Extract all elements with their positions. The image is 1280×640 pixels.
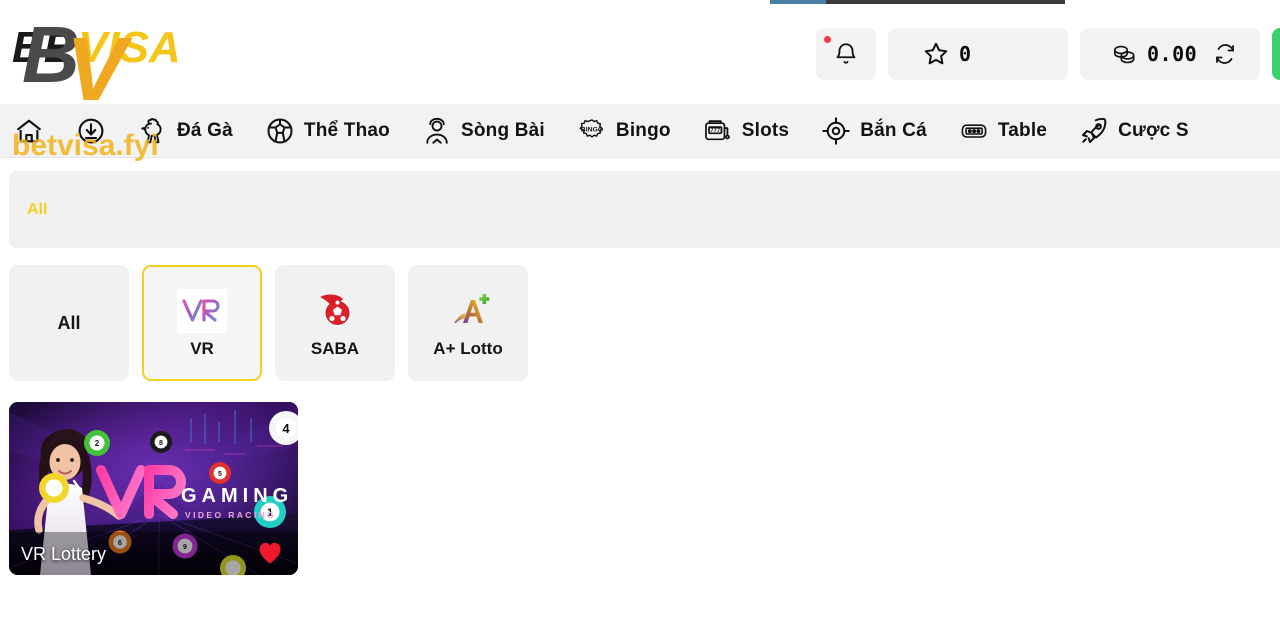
svg-text:8: 8: [159, 440, 163, 447]
svg-text:777: 777: [710, 128, 720, 134]
nav-item-home[interactable]: [0, 104, 60, 158]
svg-text:V: V: [66, 20, 133, 100]
vr-logo: [176, 287, 228, 335]
nav-label-cuoc-so: Cược S: [1118, 119, 1189, 141]
provider-filter-list: All VR SABA A+ Lotto: [9, 265, 528, 381]
provider-label-vr: VR: [190, 339, 214, 358]
nav-label-the-thao: Thể Thao: [303, 119, 390, 141]
provider-label-all: All: [57, 312, 81, 333]
nav-label-song-bai: Sòng Bài: [460, 119, 545, 141]
domino-table-icon: [961, 123, 987, 138]
notifications-button[interactable]: [816, 28, 876, 80]
provider-label-saba: SABA: [310, 339, 360, 358]
main-navigation: Đá Gà Thể Thao Sòng Bài BINGO Bingo 777: [0, 104, 1280, 158]
nav-label-bingo: Bingo: [615, 119, 671, 141]
svg-text:VIDEO RACING: VIDEO RACING: [185, 510, 276, 520]
game-card-vr-lottery[interactable]: 2 8 4 5 1 6 9 GAMING VIDEO RACING VR Lot…: [9, 402, 298, 575]
logo-graphic: BE VISA B V: [12, 10, 181, 100]
nav-item-slots[interactable]: 777 Slots: [687, 104, 805, 158]
live-dealer-icon: [426, 117, 448, 144]
nav-item-song-bai[interactable]: Sòng Bài: [406, 104, 561, 158]
provider-card-vr[interactable]: VR: [142, 265, 262, 381]
nav-item-ban-ca[interactable]: Bắn Cá: [805, 104, 943, 158]
coins-icon: [1114, 45, 1135, 64]
aplus-lotto-logo: [442, 287, 494, 335]
nav-item-the-thao[interactable]: Thể Thao: [249, 104, 406, 158]
svg-text:GAMING: GAMING: [181, 485, 293, 507]
bell-icon: [836, 43, 856, 64]
nav-item-cuoc-so[interactable]: Cược S: [1063, 104, 1205, 158]
site-logo[interactable]: BE VISA B V: [8, 10, 208, 100]
star-icon: [924, 42, 948, 65]
favorites-button[interactable]: 0: [888, 28, 1068, 80]
fish-shooting-target-icon: [822, 116, 850, 145]
provider-card-all[interactable]: All: [9, 265, 129, 381]
game-title: VR Lottery: [21, 544, 107, 564]
provider-card-aplus-lotto[interactable]: A+ Lotto: [408, 265, 528, 381]
nav-label-da-ga: Đá Gà: [177, 119, 233, 141]
saba-logo: [309, 287, 361, 335]
svg-text:BINGO: BINGO: [581, 126, 604, 133]
game-grid: 2 8 4 5 1 6 9 GAMING VIDEO RACING VR Lot…: [9, 402, 298, 575]
nav-label-slots: Slots: [741, 119, 790, 141]
deposit-cta-button[interactable]: [1272, 28, 1280, 80]
tab-all[interactable]: All: [9, 201, 47, 219]
balance-display[interactable]: 0.00: [1080, 28, 1260, 80]
nav-label-ban-ca: Bắn Cá: [860, 119, 927, 141]
rocket-icon: [1082, 117, 1107, 143]
site-header: BE VISA B V 0 0.00: [0, 4, 1280, 104]
provider-label-aplus-lotto: A+ Lotto: [433, 339, 503, 358]
heart-icon[interactable]: [256, 539, 284, 565]
nav-item-bingo[interactable]: BINGO Bingo: [561, 104, 687, 158]
slot-machine-icon: 777: [704, 119, 730, 140]
refresh-icon[interactable]: [1212, 42, 1238, 66]
header-actions: 0 0.00: [816, 28, 1280, 80]
rooster-icon: [141, 117, 162, 143]
nav-item-deposit[interactable]: [60, 104, 122, 158]
svg-text:5: 5: [218, 471, 222, 478]
svg-text:2: 2: [95, 439, 100, 448]
bingo-icon: BINGO: [579, 118, 604, 138]
category-tab-bar: All: [9, 171, 1280, 248]
soccer-ball-icon: [267, 118, 293, 143]
favorites-count: 0: [959, 42, 972, 66]
nav-label-table: Table: [997, 119, 1048, 141]
balance-amount: 0.00: [1147, 42, 1198, 66]
deposit-download-icon: [78, 118, 104, 143]
svg-text:4: 4: [282, 421, 290, 436]
nav-item-table[interactable]: Table: [943, 104, 1063, 158]
home-icon: [17, 119, 41, 142]
provider-card-saba[interactable]: SABA: [275, 265, 395, 381]
nav-item-da-ga[interactable]: Đá Gà: [122, 104, 249, 158]
notification-badge-dot: [824, 36, 831, 43]
